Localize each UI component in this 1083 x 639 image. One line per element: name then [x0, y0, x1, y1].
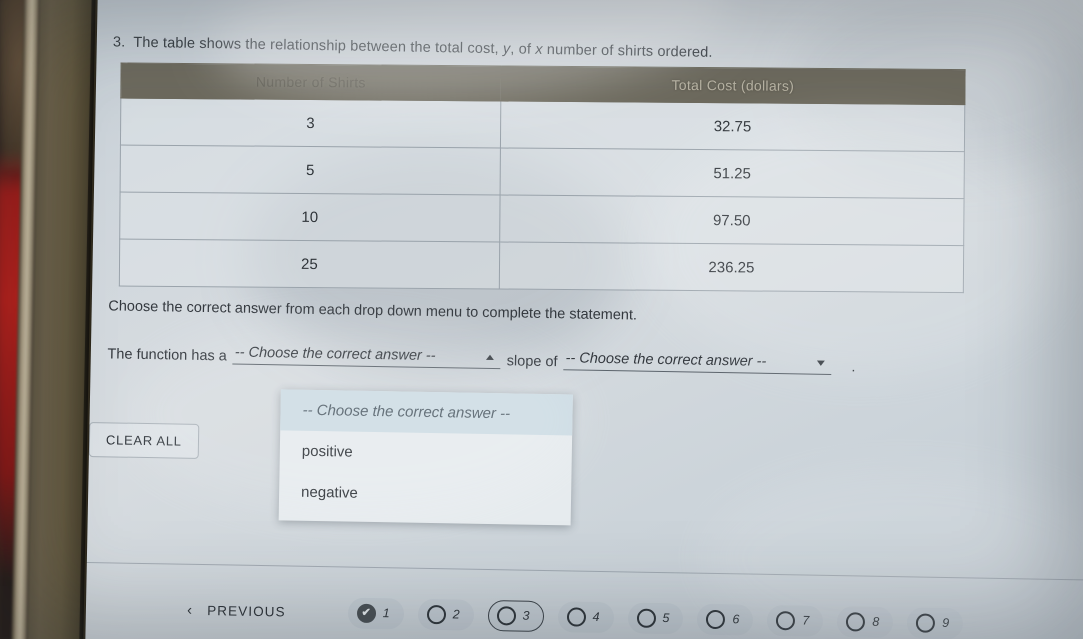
- cell-shirts: 5: [120, 145, 501, 195]
- pager-item-6[interactable]: 6: [697, 603, 754, 636]
- pager-number: 9: [942, 615, 950, 631]
- clear-all-button[interactable]: CLEAR ALL: [88, 422, 199, 459]
- pager-number: 6: [732, 612, 740, 627]
- check-circle-icon: ✔: [356, 603, 376, 623]
- statement-period: .: [851, 359, 856, 376]
- dropdown-option-negative[interactable]: negative: [279, 471, 572, 517]
- empty-circle-icon: [706, 609, 726, 629]
- photo-of-screen: 3. The table shows the relationship betwe…: [0, 0, 1083, 639]
- screen-area: 3. The table shows the relationship betwe…: [79, 0, 1083, 639]
- empty-circle-icon: [776, 610, 796, 630]
- dropdown-slope-value[interactable]: -- Choose the correct answer -- ▼: [563, 350, 832, 375]
- pager-item-4[interactable]: 4: [557, 600, 614, 633]
- chevron-up-icon: ▲: [483, 351, 498, 362]
- pager-item-1[interactable]: ✔ 1: [347, 597, 404, 630]
- dropdown-slope-value-value: -- Choose the correct answer --: [565, 350, 767, 370]
- pager-number: 3: [522, 608, 530, 623]
- instruction-text: Choose the correct answer from each drop…: [108, 298, 638, 324]
- previous-button[interactable]: ‹ PREVIOUS: [187, 601, 286, 620]
- dropdown-option-placeholder[interactable]: -- Choose the correct answer --: [280, 389, 573, 436]
- statement-lead: The function has a: [107, 346, 227, 365]
- question-text-part-3: number of shirts ordered.: [542, 41, 713, 61]
- question-prompt: 3. The table shows the relationship betwe…: [113, 34, 1013, 66]
- pager-number: 7: [802, 613, 810, 628]
- cell-cost: 97.50: [499, 194, 965, 246]
- table-row: 10 97.50: [119, 192, 965, 246]
- empty-circle-icon: [846, 611, 866, 632]
- cell-cost: 51.25: [499, 147, 965, 199]
- statement-middle: slope of: [506, 353, 558, 371]
- pager-item-3[interactable]: 3: [487, 599, 544, 632]
- empty-circle-icon: [426, 604, 446, 624]
- quiz-content: 3. The table shows the relationship betwe…: [79, 0, 1083, 639]
- table-row: 3 32.75: [120, 98, 965, 152]
- empty-circle-icon: [496, 605, 516, 625]
- bottom-divider: [79, 561, 1083, 581]
- previous-label: PREVIOUS: [207, 602, 286, 619]
- cost-table: Number of Shirts Total Cost (dollars) 3 …: [119, 63, 966, 294]
- question-text-part-1: The table shows the relationship between…: [133, 34, 504, 58]
- pager-item-9[interactable]: 9: [906, 606, 964, 639]
- cell-cost: 236.25: [499, 241, 964, 293]
- dropdown-option-positive[interactable]: positive: [279, 430, 572, 476]
- pager-number: 5: [662, 611, 670, 626]
- table-header-cost: Total Cost (dollars): [500, 65, 966, 105]
- empty-circle-icon: [916, 612, 936, 633]
- pager-number: 8: [872, 614, 880, 629]
- question-text-part-2: , of: [510, 41, 536, 58]
- pager-item-5[interactable]: 5: [627, 601, 684, 634]
- table-header-shirts: Number of Shirts: [120, 63, 501, 101]
- cell-shirts: 25: [119, 239, 500, 289]
- cell-shirts: 3: [120, 98, 501, 148]
- dropdown-slope-sign[interactable]: -- Choose the correct answer -- ▲: [232, 344, 501, 370]
- dropdown-slope-sign-value: -- Choose the correct answer --: [234, 344, 436, 365]
- empty-circle-icon: [636, 608, 656, 628]
- bottom-navigation-bar: ‹ PREVIOUS ✔ 1 2 3 4 5 6 7 8 9: [81, 578, 1083, 639]
- cell-cost: 32.75: [500, 100, 965, 152]
- empty-circle-icon: [566, 606, 586, 627]
- pager-item-8[interactable]: 8: [837, 605, 894, 638]
- pager-item-2[interactable]: 2: [417, 598, 474, 631]
- table-row: 5 51.25: [120, 145, 965, 199]
- pager-number: 1: [382, 606, 390, 621]
- pager-number: 4: [592, 609, 600, 624]
- chevron-left-icon: ‹: [186, 601, 194, 619]
- question-number: 3.: [112, 34, 126, 51]
- table-row: 25 236.25: [119, 239, 964, 293]
- statement-row: The function has a -- Choose the correct…: [107, 342, 856, 376]
- pager-item-7[interactable]: 7: [767, 604, 824, 637]
- pager-number: 2: [452, 607, 460, 622]
- chevron-down-icon: ▼: [814, 357, 828, 368]
- question-pager: ✔ 1 2 3 4 5 6 7 8 9: [347, 597, 964, 639]
- dropdown-options-panel: -- Choose the correct answer -- positive…: [278, 389, 573, 526]
- cell-shirts: 10: [119, 192, 500, 242]
